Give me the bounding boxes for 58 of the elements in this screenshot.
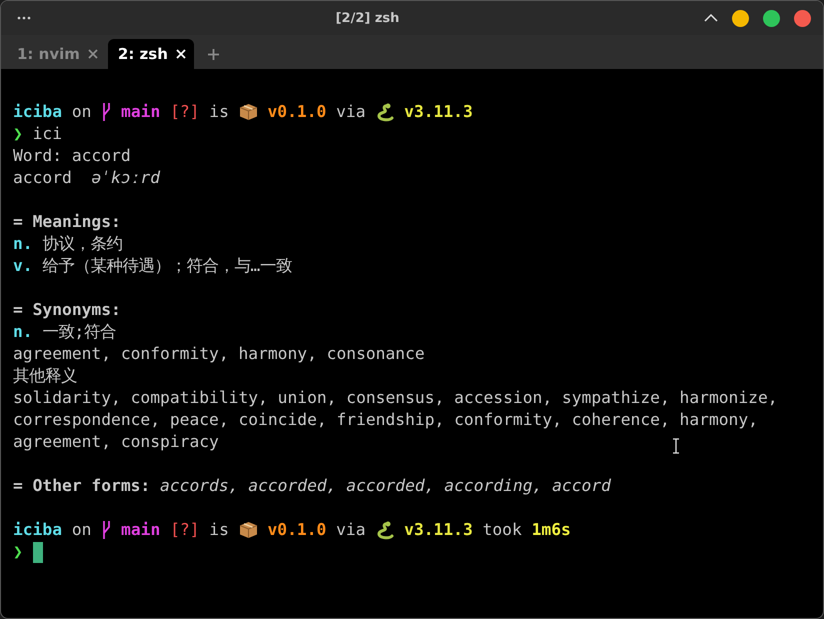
snake-icon: [375, 102, 394, 122]
terminal-text: ici: [32, 123, 62, 145]
terminal-text: n.: [13, 321, 33, 343]
terminal-text: v3.11.3: [403, 101, 473, 123]
tab[interactable]: 1: nvim: [7, 39, 106, 69]
terminal-text: iciba: [13, 519, 62, 541]
terminal-text: v.: [13, 255, 33, 277]
menu-icon[interactable]: [17, 16, 31, 20]
terminal-text: 一致;符合: [41, 321, 116, 343]
terminal-text: 协议，条约: [41, 233, 122, 255]
package-icon: [238, 103, 258, 121]
terminal-text: v3.11.3: [403, 519, 473, 541]
tab-label: 2: zsh: [118, 45, 168, 63]
git-branch-icon: [101, 520, 112, 540]
terminal-text: on: [70, 519, 92, 541]
terminal-text: v0.1.0: [266, 519, 326, 541]
git-branch-icon: [101, 102, 112, 122]
terminal-text: iciba: [13, 101, 62, 123]
package-icon: [238, 521, 258, 539]
terminal-text: via: [335, 519, 367, 541]
terminal-text: n.: [13, 233, 33, 255]
terminal-text: = Other forms:: [13, 475, 152, 497]
terminal-text: is: [208, 519, 230, 541]
terminal-text: took: [482, 519, 523, 541]
terminal-text: 其他释义: [13, 365, 77, 387]
terminal-text: 给予（某种待遇）；符合，与…一致: [41, 255, 292, 277]
terminal-text: = Synonyms:: [13, 299, 121, 321]
terminal-text: [?]: [170, 519, 200, 541]
maximize-button[interactable]: [763, 10, 780, 26]
terminal-text: main: [120, 101, 162, 123]
terminal-text: v0.1.0: [266, 101, 326, 123]
tab[interactable]: 2: zsh: [108, 39, 194, 69]
terminal-text: correspondence, peace, coincide, friendship, conformity, coherence, harmony,: [13, 409, 758, 431]
text-cursor: [32, 542, 43, 562]
terminal-text: agreement, conformity, harmony, consonance: [13, 343, 425, 365]
terminal-text: via: [335, 101, 367, 123]
text-cursor-icon: [672, 438, 680, 454]
prompt-symbol: ❯: [13, 123, 23, 145]
terminal-text: is: [208, 101, 230, 123]
terminal-text: solidarity, compatibility, union, consensus, accession, sympathize, harmonize,: [13, 387, 778, 409]
close-button[interactable]: [794, 10, 811, 26]
terminal-text: 1m6s: [532, 519, 571, 541]
prompt-symbol: ❯: [13, 541, 23, 563]
terminal-text: accord: [13, 167, 73, 189]
terminal-text: accords, accorded, accorded, according, accord: [160, 475, 611, 497]
minimize-button[interactable]: [732, 10, 749, 26]
tab-label: 1: nvim: [17, 45, 80, 63]
chevron-up-icon[interactable]: [704, 14, 718, 22]
terminal-text: on: [70, 101, 92, 123]
snake-icon: [375, 520, 394, 540]
terminal-text: agreement, conspiracy: [13, 431, 219, 453]
terminal-text: main: [120, 519, 162, 541]
terminal-text: Word: accord: [13, 145, 131, 167]
terminal-text: = Meanings:: [13, 211, 121, 233]
window-title: [2/2] zsh: [334, 10, 400, 26]
plus-icon[interactable]: [208, 48, 219, 60]
terminal-text: əˈkɔːrd: [91, 167, 160, 189]
terminal-text: [?]: [170, 101, 200, 123]
